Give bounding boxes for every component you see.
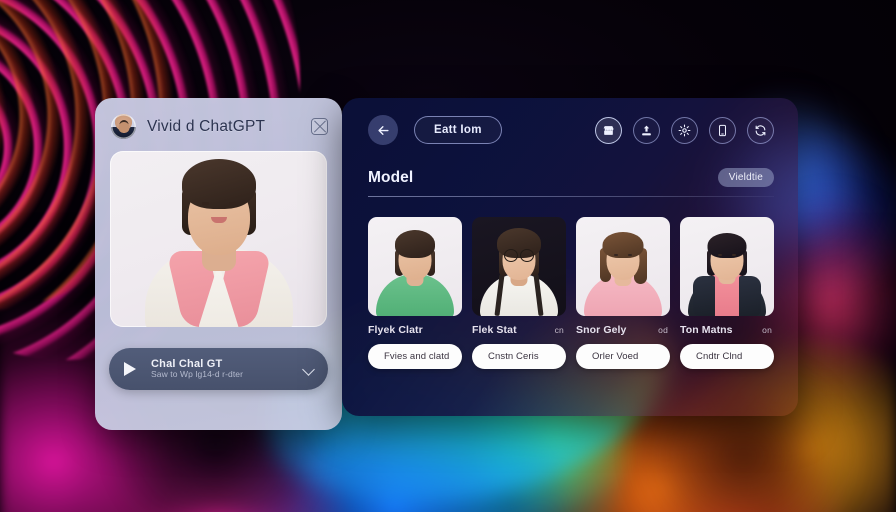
portrait-hair [181,159,256,209]
model-selection-panel: Eatt Iom Model Vieldtie Flyek Clatr Fvie… [342,98,798,416]
left-preview-panel: Vivid d ChatGPT Chal Chal GT Saw to Wp l… [95,98,342,430]
close-icon[interactable] [311,118,328,135]
refresh-icon[interactable] [747,116,774,144]
model-card-meta: Flyek Clatr [368,324,462,336]
model-card-sublabel: od [658,325,668,335]
model-card-sublabel: cn [554,325,564,335]
section-header: Model Vieldtie [368,168,774,187]
store-icon[interactable] [595,116,622,144]
thumb-eye-left [718,254,722,256]
edit-mode-button[interactable]: Eatt Iom [414,116,502,144]
model-card-label: Snor Gely [576,324,627,336]
media-subtitle: Saw to Wp lg14-d r-dter [151,370,244,380]
divider [368,196,774,197]
portrait-eye-left [201,202,209,205]
thumb-eye-right [732,254,736,256]
toolbar-icon-group [595,116,774,144]
toolbar: Eatt Iom [368,114,774,146]
device-icon[interactable] [709,116,736,144]
model-thumbnail[interactable] [680,217,774,316]
model-card-button[interactable]: Cndtr Clnd [680,344,774,369]
upload-icon[interactable] [633,116,660,144]
media-title: Chal Chal GT [151,357,223,370]
model-thumbnail[interactable] [368,217,462,316]
model-card-meta: Ton Matns on [680,324,774,336]
model-card-label: Flek Stat [472,324,517,336]
thumb-lapel-right [739,276,761,316]
portrait-preview-image[interactable] [110,151,327,327]
model-card-meta: Snor Gely od [576,324,670,336]
model-card-label: Ton Matns [680,324,733,336]
model-card-button[interactable]: Fvies and clatd [368,344,462,369]
model-card: Flek Stat cn Cnstn Ceris [472,217,566,369]
media-player-bar[interactable]: Chal Chal GT Saw to Wp lg14-d r-dter [109,348,328,390]
model-card-sublabel: on [762,325,772,335]
model-card: Ton Matns on Cndtr Clnd [680,217,774,369]
portrait-eye-right [228,202,236,205]
model-card-grid: Flyek Clatr Fvies and clatd Flek Stat cn… [368,217,774,369]
status-badge[interactable]: Vieldtie [717,168,774,187]
glasses-icon [504,249,534,262]
model-thumbnail[interactable] [472,217,566,316]
chevron-down-icon[interactable] [302,362,316,376]
play-icon[interactable] [119,358,141,380]
avatar[interactable] [111,114,136,139]
thumb-eye-right [420,254,424,256]
left-panel-header: Vivid d ChatGPT [95,98,342,147]
thumb-lapel-left [693,276,715,316]
thumb-eye-right [628,254,632,256]
page-title: Vivid d ChatGPT [147,117,266,135]
thumb-eye-left [614,254,618,256]
thumb-hair [707,233,747,258]
model-card-button[interactable]: Cnstn Ceris [472,344,566,369]
thumb-hair [602,232,644,258]
thumb-hair [395,230,435,258]
model-card: Flyek Clatr Fvies and clatd [368,217,462,369]
settings-icon[interactable] [671,116,698,144]
model-card: Snor Gely od Orler Voed [576,217,670,369]
model-card-meta: Flek Stat cn [472,324,566,336]
thumb-eye-left [406,254,410,256]
arrow-left-icon[interactable] [368,115,398,145]
model-thumbnail[interactable] [576,217,670,316]
model-card-button[interactable]: Orler Voed [576,344,670,369]
section-title: Model [368,168,414,186]
model-card-label: Flyek Clatr [368,324,423,336]
media-player-text: Chal Chal GT Saw to Wp lg14-d r-dter [151,358,292,380]
